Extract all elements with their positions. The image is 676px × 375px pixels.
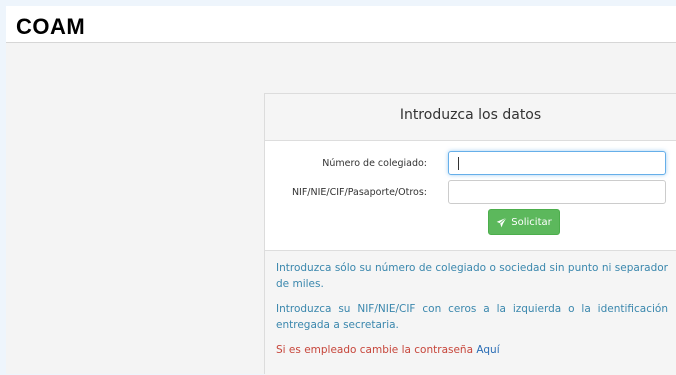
panel-title: Introduzca los datos xyxy=(399,107,542,123)
site-header: COAM xyxy=(6,6,676,43)
login-panel: Introduzca los datos Número de colegiado… xyxy=(264,93,676,375)
note-empleado-text: Si es empleado cambie la contraseña xyxy=(276,344,474,356)
colegiado-input[interactable] xyxy=(448,151,666,175)
nif-input[interactable] xyxy=(448,180,666,204)
coam-logo[interactable]: COAM xyxy=(16,14,85,40)
note-empleado: Si es empleado cambie la contraseña Aquí xyxy=(276,342,668,358)
note-nif: Introduzca su NIF/NIE/CIF con ceros a la… xyxy=(276,303,668,331)
solicitar-button[interactable]: Solicitar xyxy=(488,209,560,235)
colegiado-label: Número de colegiado: xyxy=(322,158,427,169)
aqui-link[interactable]: Aquí xyxy=(476,344,499,356)
info-area: Introduzca sólo su número de colegiado o… xyxy=(265,251,676,375)
paper-plane-icon xyxy=(496,216,507,227)
solicitar-label: Solicitar xyxy=(511,216,552,228)
nif-label: NIF/NIE/CIF/Pasaporte/Otros: xyxy=(291,187,427,198)
note-colegiado: Introduzca sólo su número de colegiado o… xyxy=(276,262,668,290)
text-caret xyxy=(458,157,459,170)
panel-heading: Introduzca los datos xyxy=(265,94,676,141)
